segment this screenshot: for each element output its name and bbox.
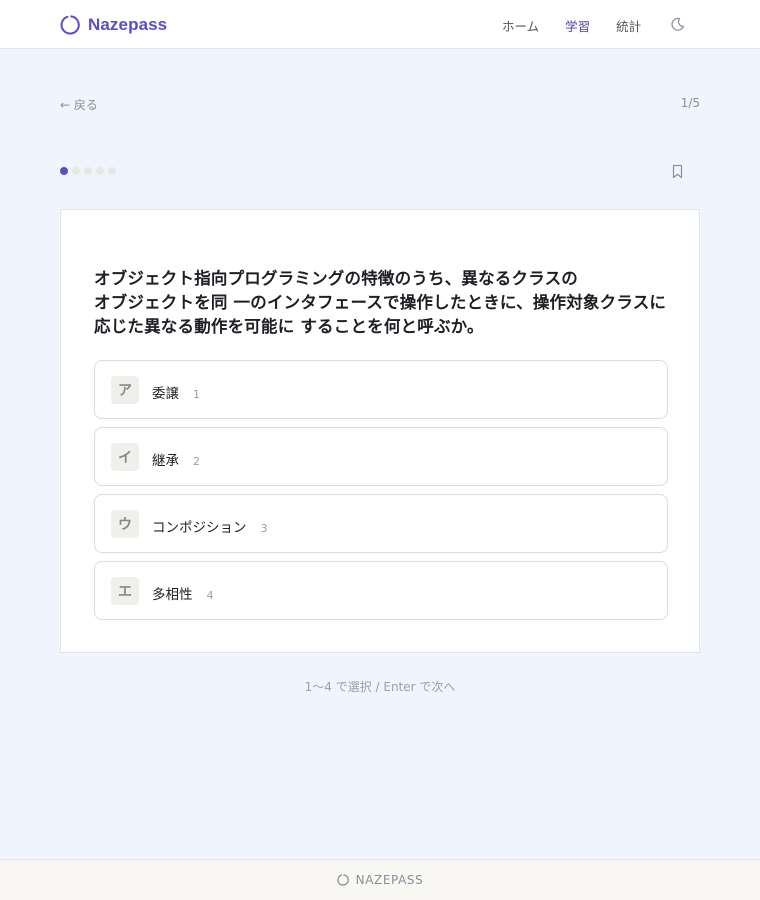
choice-option-a[interactable]: ア 委譲 1 bbox=[94, 360, 668, 419]
back-link[interactable]: ← 戻る bbox=[60, 96, 98, 113]
question-text: オブジェクト指向プログラミングの特徴のうち、異なるクラスの オブジェクトを同 一… bbox=[94, 267, 674, 339]
progress-dot-current bbox=[60, 167, 68, 175]
question-line: 応じた異なる動作を可能に することを何と呼ぶか。 bbox=[94, 317, 484, 336]
choice-option-u[interactable]: ウ コンポジション 3 bbox=[94, 494, 668, 553]
question-card: オブジェクト指向プログラミングの特徴のうち、異なるクラスの オブジェクトを同 一… bbox=[60, 209, 700, 653]
choice-shortcut-number: 3 bbox=[260, 522, 268, 535]
moon-icon bbox=[671, 17, 684, 31]
progress-dot bbox=[96, 167, 104, 175]
choice-label: 継承 2 bbox=[152, 449, 200, 469]
page-footer: NAZEPASS bbox=[0, 859, 760, 900]
choice-key-badge: ウ bbox=[111, 510, 139, 538]
choice-label: 委譲 1 bbox=[152, 382, 200, 402]
main-nav: ホーム 学習 統計 bbox=[502, 15, 641, 35]
brand-link[interactable]: Nazepass bbox=[60, 13, 167, 37]
progress-dots bbox=[60, 167, 116, 175]
choice-shortcut-number: 2 bbox=[193, 455, 200, 468]
nav-item-study[interactable]: 学習 bbox=[565, 16, 590, 35]
choice-label: 多相性 4 bbox=[152, 583, 214, 603]
brand-name: Nazepass bbox=[88, 15, 168, 34]
footer-brand: NAZEPASS bbox=[355, 873, 424, 887]
choice-option-i[interactable]: イ 継承 2 bbox=[94, 427, 668, 486]
choice-text: 多相性 bbox=[152, 587, 193, 603]
progress-dot bbox=[108, 167, 116, 175]
question-line: オブジェクトを同 一のインタフェースで操作したときに、操作対象クラスに bbox=[94, 293, 667, 312]
ring-logo-icon bbox=[337, 874, 349, 886]
progress-dot bbox=[84, 167, 92, 175]
choice-label: コンポジション 3 bbox=[152, 516, 268, 536]
keyboard-hint: 1〜4 で選択 / Enter で次へ bbox=[304, 680, 456, 694]
question-progress-counter: 1/5 bbox=[680, 96, 700, 110]
theme-toggle-button[interactable] bbox=[670, 17, 685, 32]
nav-item-home[interactable]: ホーム bbox=[502, 16, 539, 35]
bookmark-icon bbox=[672, 164, 683, 179]
choice-shortcut-number: 4 bbox=[206, 589, 214, 602]
question-line: オブジェクト指向プログラミングの特徴のうち、異なるクラスの bbox=[94, 269, 578, 288]
ring-logo-icon bbox=[60, 15, 80, 35]
nav-item-stats[interactable]: 統計 bbox=[616, 16, 641, 35]
choice-text: 委譲 bbox=[152, 386, 179, 402]
choice-shortcut-number: 1 bbox=[193, 388, 200, 401]
choice-option-e[interactable]: エ 多相性 4 bbox=[94, 561, 668, 620]
top-header: Nazepass ホーム 学習 統計 bbox=[0, 0, 760, 49]
choice-key-badge: エ bbox=[111, 577, 139, 605]
choice-text: 継承 bbox=[152, 453, 179, 469]
progress-dot bbox=[72, 167, 80, 175]
choice-key-badge: イ bbox=[111, 443, 139, 471]
choice-key-badge: ア bbox=[111, 376, 139, 404]
bookmark-button[interactable] bbox=[671, 164, 684, 179]
choice-text: コンポジション bbox=[152, 520, 247, 536]
